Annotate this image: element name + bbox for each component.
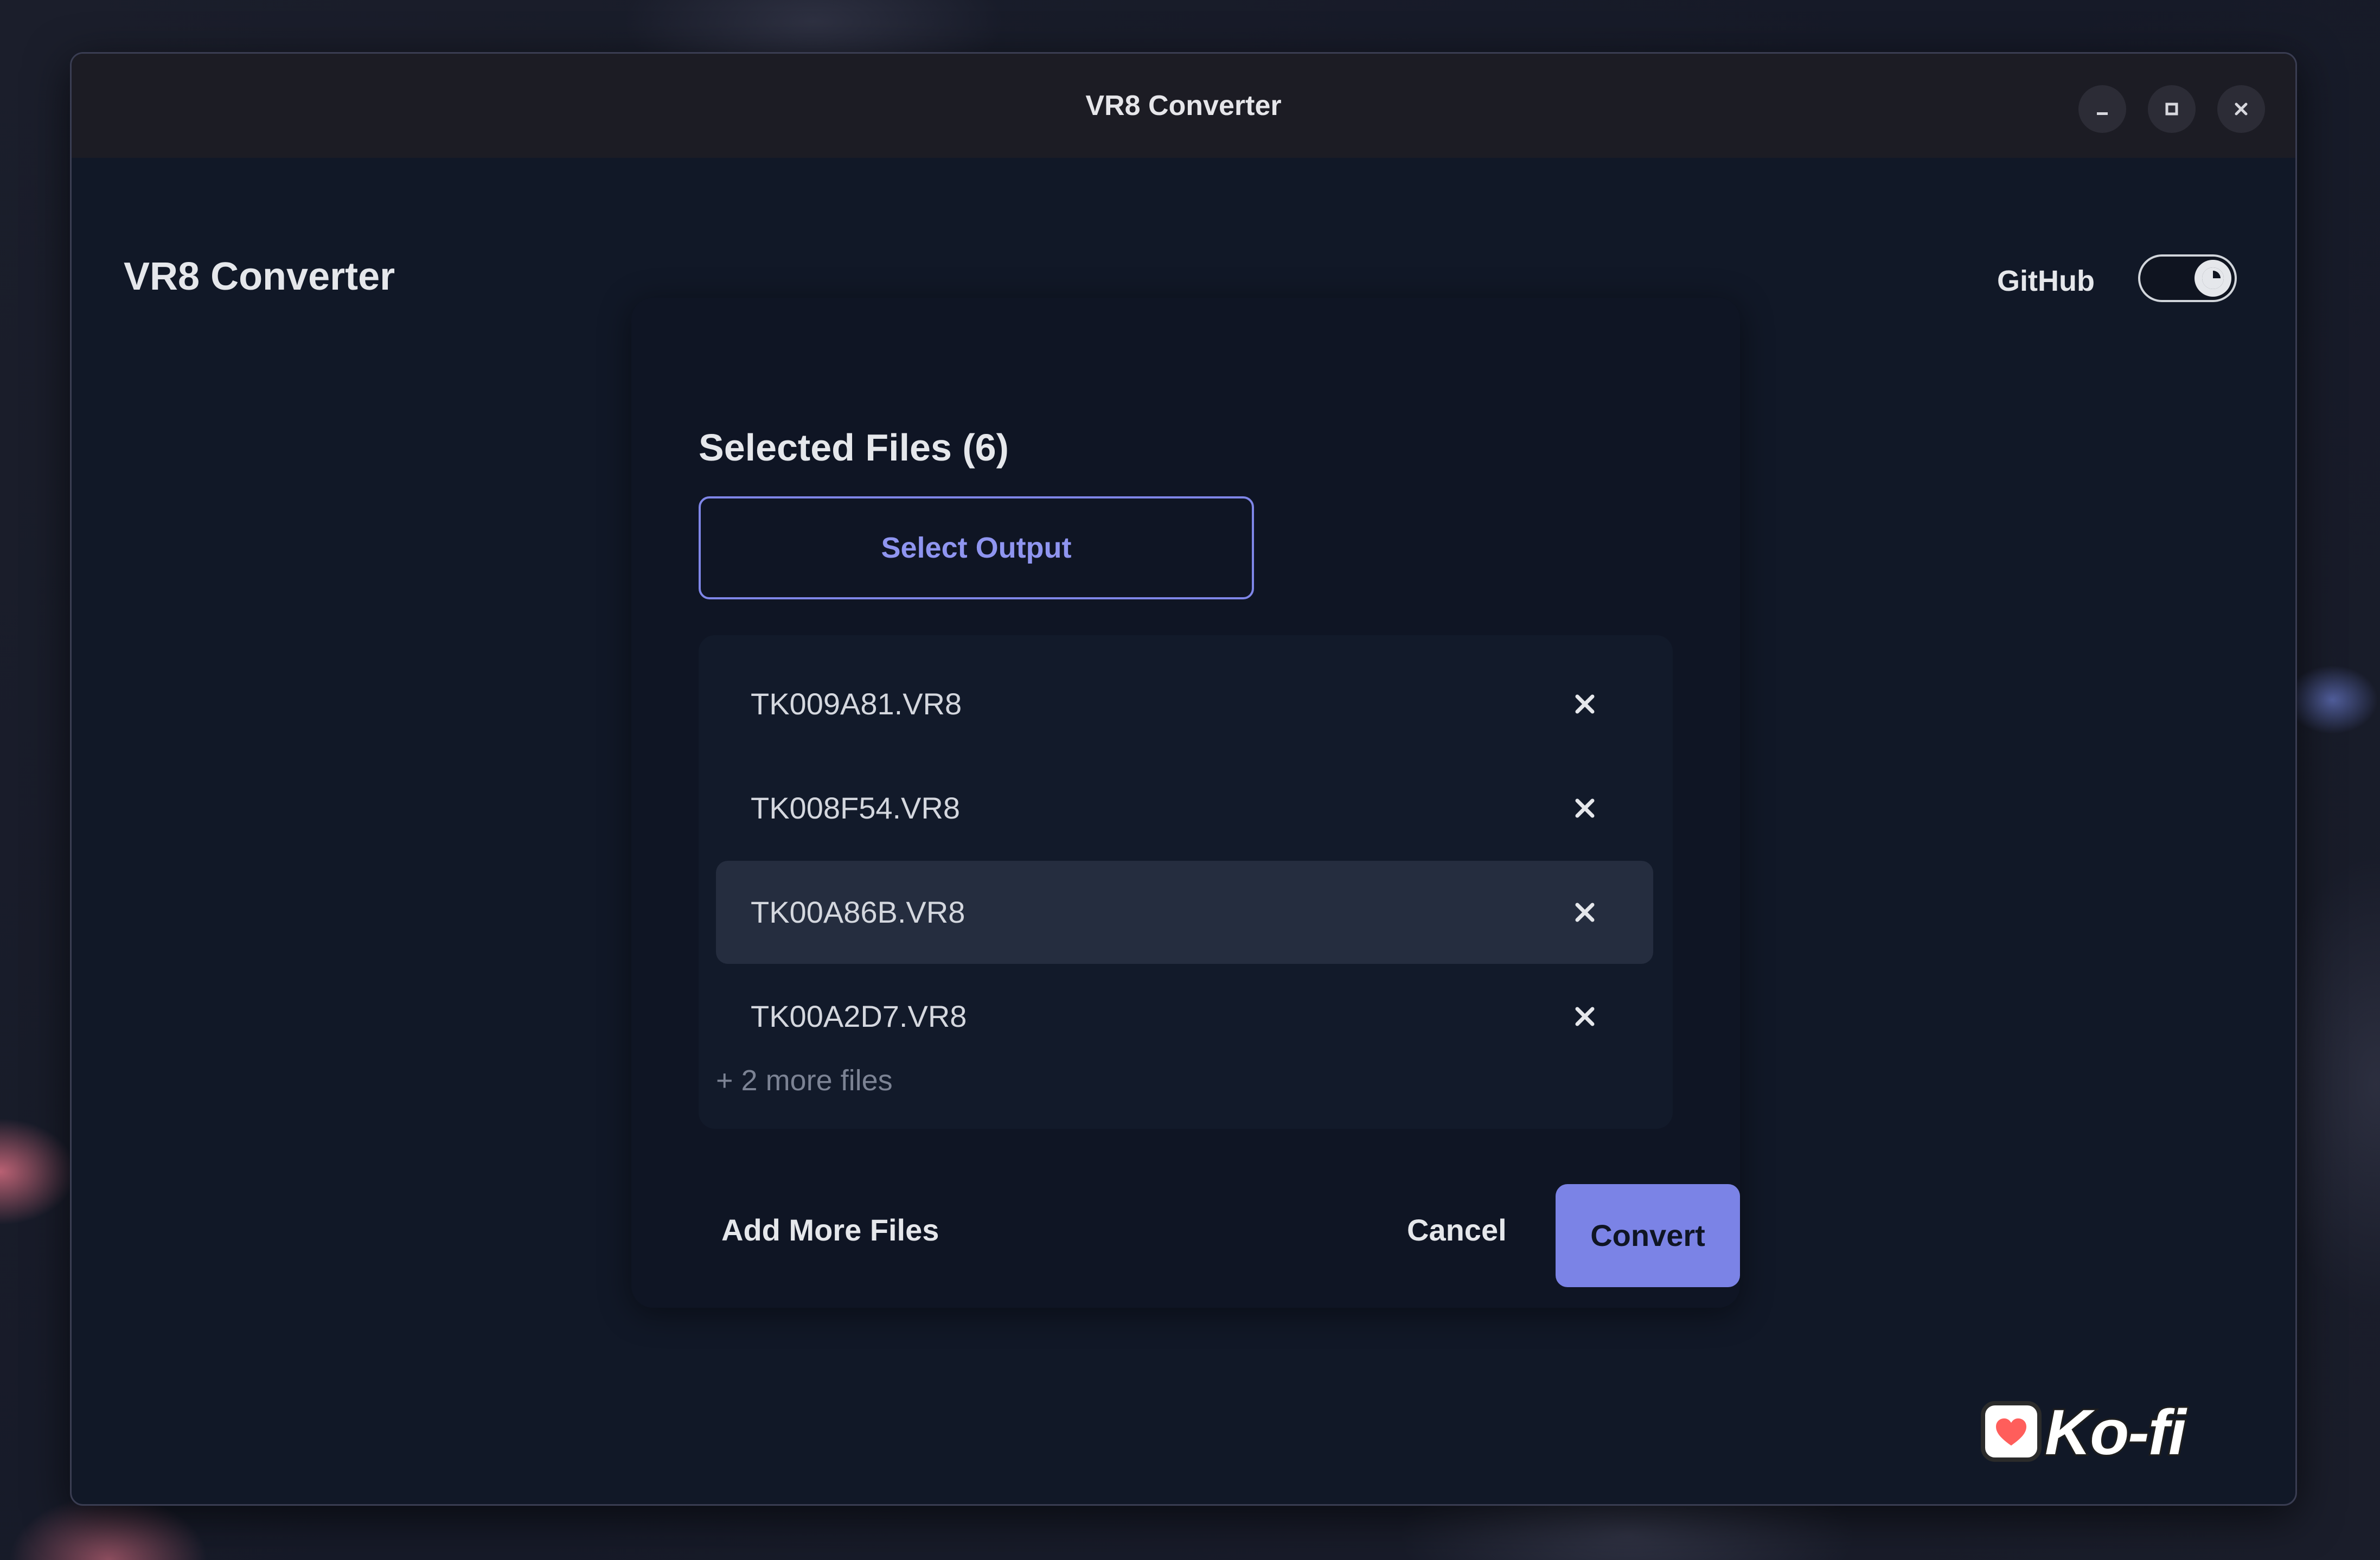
remove-file-icon[interactable] [1568,895,1602,930]
file-row[interactable]: TK009A81.VR8 [716,653,1653,756]
file-selection-card: Selected Files (6) Select Output TK009A8… [631,298,1740,1308]
file-name: TK009A81.VR8 [751,687,962,721]
toggle-knob [2195,260,2231,297]
select-output-button[interactable]: Select Output [699,496,1254,599]
cancel-button[interactable]: Cancel [1407,1212,1507,1248]
file-row[interactable]: TK008F54.VR8 [716,757,1653,860]
moon-icon [2202,267,2224,289]
add-more-files-button[interactable]: Add More Files [721,1212,939,1248]
close-icon [2235,103,2248,116]
remove-file-icon[interactable] [1568,687,1602,721]
app-window: VR8 Converter VR8 Converter GitHub Selec… [70,52,2297,1506]
convert-button[interactable]: Convert [1556,1184,1740,1287]
minimize-icon [2097,112,2108,115]
close-window-button[interactable] [2217,85,2265,133]
selected-files-heading: Selected Files (6) [699,426,1009,469]
remove-file-icon[interactable] [1568,791,1602,826]
github-link[interactable]: GitHub [1997,264,2095,298]
file-name: TK00A2D7.VR8 [751,999,967,1033]
file-row[interactable]: TK00A2D7.VR8 [716,965,1653,1068]
file-name: TK00A86B.VR8 [751,895,965,929]
file-name: TK008F54.VR8 [751,791,960,825]
remove-file-icon[interactable] [1568,999,1602,1034]
kofi-cup-icon [1981,1401,2042,1462]
kofi-logo-text: Ko-fi [2043,1395,2188,1470]
file-list: TK009A81.VR8 TK008F54.VR8 TK00A86B.VR8 T… [699,635,1673,1129]
maximize-icon [2165,103,2178,116]
heart-icon [1996,1418,2026,1446]
theme-toggle[interactable] [2138,254,2237,302]
more-files-label: + 2 more files [716,1064,893,1097]
title-bar[interactable]: VR8 Converter [72,54,2295,158]
app-title: VR8 Converter [124,255,395,298]
kofi-button[interactable]: Ko-fi [1981,1393,2198,1475]
maximize-button[interactable] [2148,85,2196,133]
file-row[interactable]: TK00A86B.VR8 [716,861,1653,964]
minimize-button[interactable] [2078,85,2126,133]
window-title: VR8 Converter [1085,90,1282,122]
